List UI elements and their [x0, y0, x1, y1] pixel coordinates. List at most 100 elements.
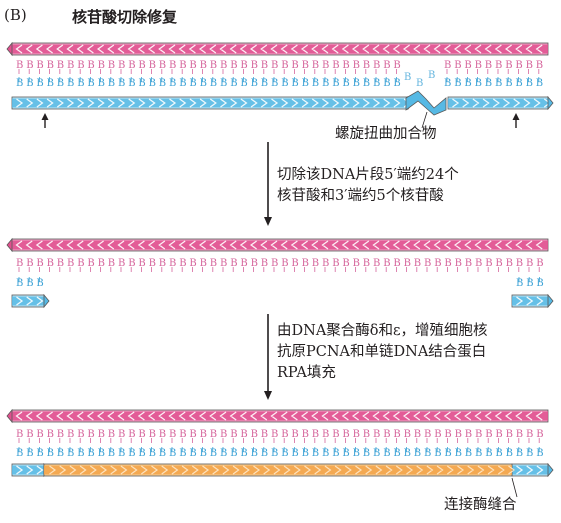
- distorted-base: B: [416, 78, 423, 89]
- base-letter: B: [475, 78, 482, 89]
- base-letter: B: [261, 258, 268, 269]
- bottom-strand-right: [511, 462, 554, 478]
- base-letter: B: [189, 448, 196, 459]
- base-letter: B: [138, 429, 145, 440]
- base-letter: B: [26, 258, 33, 269]
- base-letter: B: [526, 429, 533, 440]
- base-letter: B: [108, 78, 115, 89]
- base-letter: B: [302, 448, 309, 459]
- excision-arrow: [264, 142, 272, 226]
- base-letter: B: [536, 429, 543, 440]
- base-letter: B: [200, 60, 207, 71]
- adduct-kink: BBB: [404, 70, 447, 116]
- base-letter: B: [464, 60, 471, 71]
- bottom-bases-left: BBB: [16, 277, 44, 289]
- base-letter: B: [536, 258, 543, 269]
- base-letter: B: [536, 78, 543, 89]
- base-letter: B: [506, 429, 513, 440]
- base-letter: B: [108, 448, 115, 459]
- base-letter: B: [302, 429, 309, 440]
- ligase-label: 连接酶缝合: [444, 497, 517, 513]
- base-letter: B: [526, 278, 533, 289]
- base-letter: B: [36, 448, 43, 459]
- base-letter: B: [47, 448, 54, 459]
- base-letter: B: [261, 448, 268, 459]
- base-letter: B: [414, 429, 421, 440]
- base-letter: B: [455, 258, 462, 269]
- base-letter: B: [26, 278, 33, 289]
- base-letter: B: [47, 60, 54, 71]
- base-letter: B: [475, 60, 482, 71]
- base-letter: B: [505, 60, 512, 71]
- base-letter: B: [26, 78, 33, 89]
- base-letter: B: [434, 429, 441, 440]
- bottom-strand-right-fragment: [511, 293, 554, 309]
- base-letter: B: [383, 448, 390, 459]
- distorted-base: B: [428, 70, 435, 81]
- base-letter: B: [230, 78, 237, 89]
- base-letter: B: [179, 78, 186, 89]
- fill-in-arrow: [264, 314, 272, 400]
- base-letter: B: [291, 78, 298, 89]
- base-letter: B: [67, 429, 74, 440]
- base-letter: B: [138, 60, 145, 71]
- base-letter: B: [179, 448, 186, 459]
- base-letter: B: [57, 448, 64, 459]
- base-letter: B: [363, 429, 370, 440]
- base-letter: B: [475, 448, 482, 459]
- base-letter: B: [312, 60, 319, 71]
- base-letter: B: [57, 429, 64, 440]
- base-letter: B: [281, 60, 288, 71]
- fill-text-line-3: RPA填充: [277, 365, 336, 381]
- base-letter: B: [108, 258, 115, 269]
- base-letter: B: [251, 78, 258, 89]
- base-letter: B: [373, 448, 380, 459]
- base-letter: B: [536, 60, 543, 71]
- base-letter: B: [26, 448, 33, 459]
- base-letter: B: [26, 429, 33, 440]
- base-letter: B: [220, 429, 227, 440]
- base-letter: B: [179, 60, 186, 71]
- base-letter: B: [454, 78, 461, 89]
- base-letter: B: [149, 448, 156, 459]
- base-letter: B: [261, 78, 268, 89]
- base-letter: B: [526, 258, 533, 269]
- base-letter: B: [118, 78, 125, 89]
- distorted-base: B: [404, 72, 411, 83]
- base-letter: B: [77, 78, 84, 89]
- base-letter: B: [149, 78, 156, 89]
- base-letter: B: [67, 60, 74, 71]
- base-letter: B: [464, 78, 471, 89]
- base-letter: B: [353, 429, 360, 440]
- base-letter: B: [475, 258, 482, 269]
- base-letter: B: [169, 429, 176, 440]
- base-letter: B: [485, 429, 492, 440]
- bottom-strand-left-fragment: [11, 293, 50, 309]
- top-strand: [6, 41, 549, 57]
- base-letter: B: [414, 258, 421, 269]
- base-letter: B: [118, 60, 125, 71]
- base-letter: B: [485, 60, 492, 71]
- base-letter: B: [322, 78, 329, 89]
- dna-excised-gap: BBBBBBBBBBBBBBBBBBBBBBBBBBBBBBBBBBBBBBBB…: [6, 237, 554, 309]
- base-letter: B: [495, 78, 502, 89]
- base-letter: B: [465, 429, 472, 440]
- base-letter: B: [87, 258, 94, 269]
- base-letter: B: [312, 448, 319, 459]
- base-letter: B: [342, 429, 349, 440]
- base-letter: B: [515, 60, 522, 71]
- base-letter: B: [322, 429, 329, 440]
- base-letter: B: [495, 258, 502, 269]
- bottom-bases-right: BBBBBBBBBB: [444, 77, 543, 89]
- top-bases: BBBBBBBBBBBBBBBBBBBBBBBBBBBBBBBBBBBBBBBB…: [16, 429, 544, 443]
- bottom-bases: BBBBBBBBBBBBBBBBBBBBBBBBBBBBBBBBBBBBBB: [16, 77, 401, 89]
- base-letter: B: [495, 448, 502, 459]
- base-letter: B: [454, 60, 461, 71]
- base-letter: B: [98, 258, 105, 269]
- base-letter: B: [383, 78, 390, 89]
- dna-intact-with-adduct: BBBBBBBBBBBBBBBBBBBBBBBBBBBBBBBBBBBBBBBB…: [6, 41, 554, 129]
- base-letter: B: [189, 60, 196, 71]
- base-letter: B: [353, 60, 360, 71]
- base-letter: B: [57, 78, 64, 89]
- base-letter: B: [220, 258, 227, 269]
